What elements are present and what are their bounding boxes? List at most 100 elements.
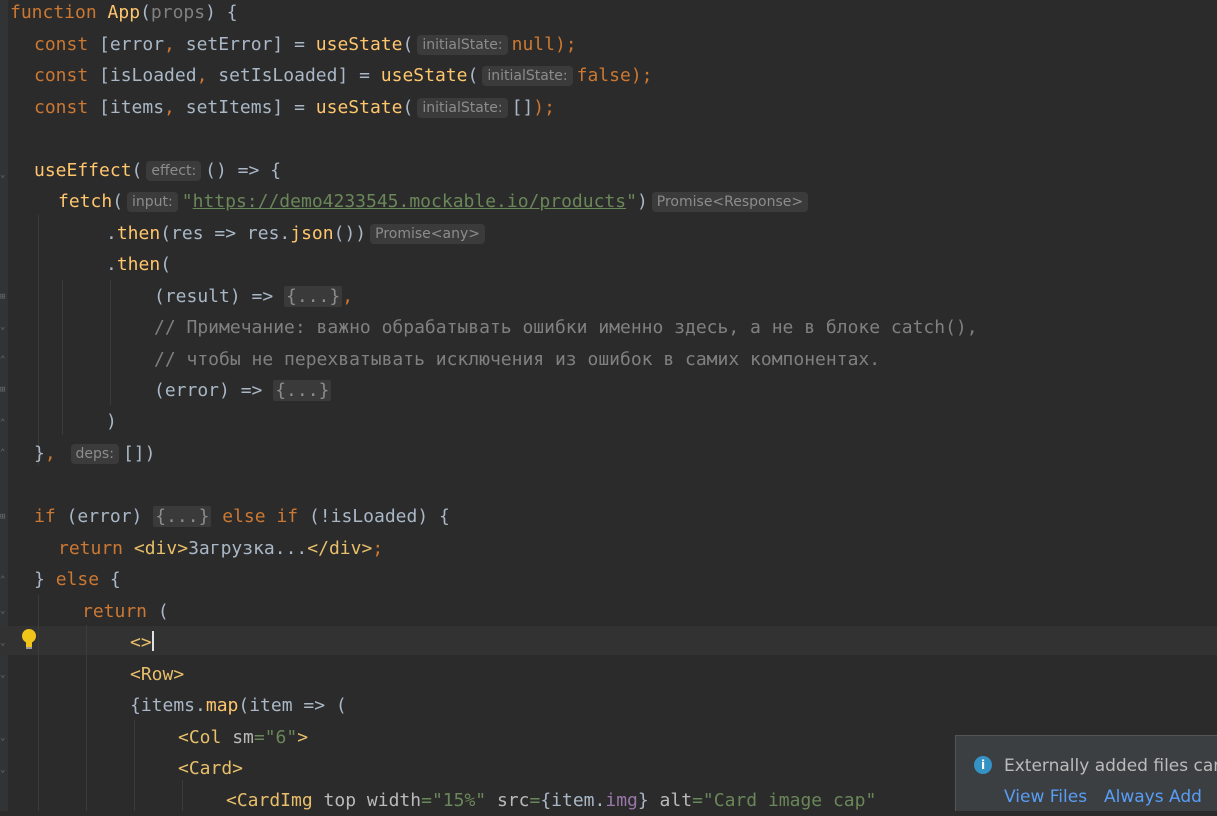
code-text: } [34,569,56,590]
code-line[interactable]: if (error) {...} else if (!isLoaded) { [34,501,450,532]
fold-marker-icon[interactable]: ⊞ [0,512,8,522]
indent-guide [38,215,39,465]
code-text: = [529,790,541,811]
code-text: ()) [333,223,367,244]
code-line[interactable]: // чтобы не перехватывать исключения из … [154,344,880,375]
function-name: map [205,695,239,716]
code-line[interactable]: }, deps:[]) [34,438,155,469]
code-text: ( [160,254,172,275]
keyword: else [55,569,100,590]
code-line[interactable]: {items.map(item => ( [130,690,347,721]
fold-marker-icon[interactable]: ⌃ [0,355,8,365]
code-line[interactable]: const [items, setItems] = useState(initi… [34,92,555,123]
jsx-attribute: src [486,790,530,811]
folded-code[interactable]: {...} [153,506,212,527]
code-text: ); [533,97,555,118]
keyword: else if [211,506,299,527]
code-line[interactable]: <Col sm="6"> [178,722,308,753]
keyword: const [34,65,89,86]
keyword: function [10,2,97,23]
always-add-link[interactable]: Always Add [1104,787,1202,807]
fold-marker-icon[interactable]: ⌃ [0,448,8,458]
indent-guide [86,625,87,811]
indent-guide [110,280,111,405]
info-icon: i [974,756,992,774]
jsx-tag: <> [130,632,152,653]
fold-marker-icon[interactable]: ⌄ [0,670,8,680]
fold-marker-icon[interactable]: ⌃ [0,575,8,585]
function-name: useState [380,65,468,86]
parameter-hint: initialState: [417,35,508,55]
code-text: (result) => [154,286,285,307]
indent-guide [182,780,183,811]
code-line[interactable]: .then(res => res.json()) Promise<any> [106,218,489,249]
notification-text: Externally added files can be [1004,756,1217,776]
code-text: ( [112,191,124,212]
indent-guide [38,595,39,811]
keyword: const [34,34,89,55]
jsx-tag: <Col [178,727,222,748]
code-line[interactable]: useEffect(effect:() => { [34,155,281,186]
code-line[interactable]: return ( [82,596,169,627]
code-text: setIsLoaded] = [207,65,381,86]
code-line[interactable]: ) [106,406,117,437]
view-files-link[interactable]: View Files [1004,787,1087,807]
fold-marker-icon[interactable]: ⌄ [0,765,8,775]
notification-popup[interactable]: i Externally added files can be View Fil… [955,735,1217,811]
jsx-tag: <Row> [130,664,185,685]
fold-marker-icon[interactable]: ⊞ [0,385,8,395]
code-text: []) [122,443,156,464]
function-name: json [290,223,334,244]
code-text: setItems] = [174,97,316,118]
code-line[interactable]: return <div>Загрузка...</div>; [58,533,383,564]
string: " [181,191,193,212]
folded-code[interactable]: {...} [284,286,343,307]
code-line[interactable]: } else { [34,564,121,595]
code-line[interactable]: .then( [106,249,171,280]
code-line[interactable]: fetch(input: "https://demo4233545.mockabl… [58,186,812,217]
function-name: useEffect [34,160,132,181]
string: " [626,191,637,212]
jsx-tag: <div> [133,538,189,559]
lightbulb-icon[interactable] [20,628,38,652]
code-line[interactable]: const [error, setError] = useState(initi… [34,29,577,60]
fold-marker-icon[interactable]: ⌄ [0,170,8,180]
code-line[interactable]: // Примечание: важно обрабатывать ошибки… [154,312,978,343]
jsx-attribute: sm [221,727,254,748]
code-line[interactable]: function App(props) { [10,0,238,28]
fold-marker-icon[interactable]: ⌄ [0,606,8,616]
url-link[interactable]: https://demo4233545.mockable.io/products [193,191,626,212]
property: img [605,790,638,811]
keyword: return [82,601,148,622]
code-text: = [692,790,703,811]
fold-marker-icon[interactable]: ⌄ [0,638,8,648]
function-name: App [107,2,141,23]
fold-marker-icon[interactable]: ⌄ [0,733,8,743]
text-cursor [151,631,154,651]
keyword: const [34,97,89,118]
code-text: , [164,97,175,118]
code-editor[interactable]: ⌄ ⊞ ⌄ ⌃ ⊞ ⌃ ⌃ ⊞ ⌃ ⌄ ⌄ ⌄ ⌄ ⌄ function App… [0,0,1217,811]
jsx-tag: > [297,727,309,748]
code-line[interactable]: (error) => {...} [154,375,332,406]
code-line[interactable]: (result) => {...}, [154,281,353,312]
jsx-tag: <Card> [178,758,244,779]
fold-marker-icon[interactable]: ⌄ [0,322,8,332]
fold-marker-icon[interactable]: ⊞ [0,292,8,302]
code-text: {items. [130,695,206,716]
code-line[interactable]: <Card> [178,753,243,784]
fold-marker-icon[interactable]: ⌃ [0,418,8,428]
code-text: ); [630,65,653,86]
string: "Card image cap" [702,790,877,811]
code-text: , [164,34,175,55]
gutter [0,0,8,811]
parameter-hint: deps: [70,444,119,464]
keyword: false [576,65,631,86]
code-line[interactable]: <> [130,627,154,658]
code-line[interactable]: <Row> [130,659,184,690]
comment: // чтобы не перехватывать исключения из … [154,349,881,370]
folded-code[interactable]: {...} [273,380,332,401]
code-line[interactable]: const [isLoaded, setIsLoaded] = useState… [34,60,653,91]
function-name: then [116,254,161,275]
code-line[interactable]: <CardImg top width="15%" src={item.img} … [226,785,876,816]
